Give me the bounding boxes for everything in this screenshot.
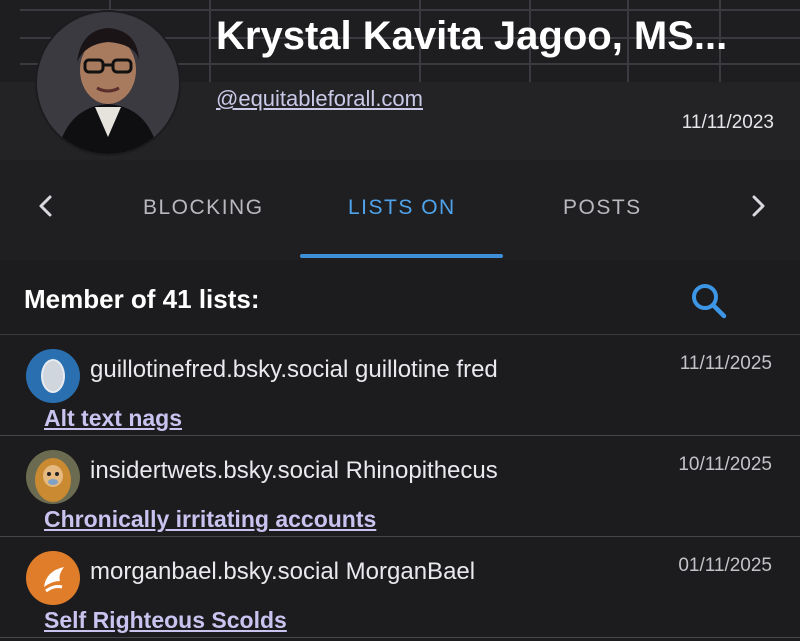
section-title: Member of 41 lists: — [24, 284, 260, 314]
list-date: 11/11/2025 — [679, 353, 772, 374]
list-owner[interactable]: insidertwets.bsky.social Rhinopithecus — [90, 457, 498, 485]
list-date: 01/11/2025 — [678, 555, 772, 576]
chevron-left-icon[interactable] — [26, 186, 66, 226]
list-name-link[interactable]: Self Righteous Scolds — [44, 607, 287, 634]
profile-header: Krystal Kavita Jagoo, MS... @equitablefo… — [0, 0, 800, 160]
list-owner-avatar[interactable] — [26, 551, 80, 605]
lists-section-header: Member of 41 lists: — [0, 260, 800, 335]
chevron-right-icon[interactable] — [738, 186, 778, 226]
profile-avatar[interactable] — [37, 12, 179, 154]
profile-display-name: Krystal Kavita Jagoo, MS... — [216, 14, 728, 58]
list-owner[interactable]: guillotinefred.bsky.social guillotine fr… — [90, 356, 498, 384]
list-name-link[interactable]: Alt text nags — [44, 405, 182, 432]
list-item[interactable]: insidertwets.bsky.social Rhinopithecus 1… — [0, 436, 800, 537]
profile-handle-link[interactable]: @equitableforall.com — [216, 86, 423, 112]
tab-posts[interactable]: POSTS — [563, 196, 642, 220]
list-item[interactable]: morganbael.bsky.social MorganBael 01/11/… — [0, 537, 800, 638]
tab-lists-on[interactable]: LISTS ON — [348, 196, 456, 220]
search-icon[interactable] — [686, 278, 732, 324]
list-item[interactable]: guillotinefred.bsky.social guillotine fr… — [0, 335, 800, 436]
active-tab-indicator — [300, 254, 503, 258]
tab-blocking[interactable]: BLOCKING — [143, 196, 264, 220]
list-owner[interactable]: morganbael.bsky.social MorganBael — [90, 558, 475, 586]
list-date: 10/11/2025 — [678, 454, 772, 475]
list-name-link[interactable]: Chronically irritating accounts — [44, 506, 376, 533]
list-owner-avatar[interactable] — [26, 349, 80, 403]
lists-container: guillotinefred.bsky.social guillotine fr… — [0, 335, 800, 638]
list-owner-avatar[interactable] — [26, 450, 80, 504]
profile-date: 11/11/2023 — [681, 112, 774, 133]
tab-bar: BLOCKING LISTS ON POSTS — [0, 160, 800, 260]
